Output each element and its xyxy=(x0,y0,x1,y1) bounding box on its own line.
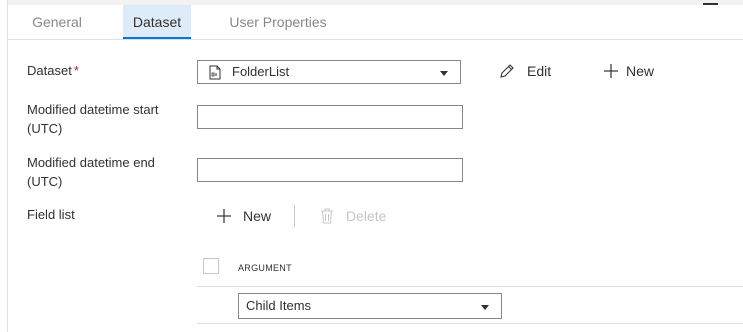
field-list-delete-label: Delete xyxy=(346,208,387,224)
field-list-new-label: New xyxy=(243,208,272,224)
field-list-new-button[interactable]: New xyxy=(215,206,271,226)
modified-start-label-line1: Modified datetime start xyxy=(27,102,159,117)
tab-user-properties[interactable]: User Properties xyxy=(223,5,333,39)
panel-left-border xyxy=(7,0,8,332)
modified-end-input[interactable] xyxy=(197,158,463,182)
modified-start-label: Modified datetime start (UTC) xyxy=(27,100,159,138)
pencil-icon xyxy=(500,64,514,78)
dataset-label-text: Dataset xyxy=(27,63,72,78)
argument-select-value: Child Items xyxy=(246,298,312,313)
dataset-new-label: New xyxy=(626,63,655,79)
plus-icon xyxy=(217,209,231,223)
file-icon xyxy=(209,65,221,80)
modified-start-input[interactable] xyxy=(197,105,463,129)
dataset-edit-label: Edit xyxy=(527,63,552,79)
modified-end-label-line1: Modified datetime end xyxy=(27,155,155,170)
grid-header-divider xyxy=(197,286,743,287)
chevron-down-icon xyxy=(440,71,448,76)
plus-icon xyxy=(604,64,618,78)
argument-select[interactable]: Child Items xyxy=(238,293,502,319)
tab-general[interactable]: General xyxy=(18,5,96,39)
dataset-select[interactable]: FolderList xyxy=(197,60,461,84)
tab-bar: General Dataset User Properties xyxy=(8,5,743,40)
argument-column-header: ARGUMENT xyxy=(238,263,292,273)
dataset-new-button[interactable]: New xyxy=(602,61,654,81)
dataset-select-value: FolderList xyxy=(232,64,290,79)
modified-start-label-line2: (UTC) xyxy=(27,121,63,136)
tab-dataset[interactable]: Dataset xyxy=(123,5,191,39)
trash-icon xyxy=(321,208,333,224)
grid-row-divider xyxy=(197,323,743,324)
select-all-checkbox[interactable] xyxy=(203,258,219,274)
modified-end-label: Modified datetime end (UTC) xyxy=(27,153,155,191)
field-list-label: Field list xyxy=(27,207,75,222)
chevron-down-icon xyxy=(481,305,489,310)
dataset-edit-button[interactable]: Edit xyxy=(498,61,551,81)
field-list-delete-button[interactable]: Delete xyxy=(319,206,386,226)
required-marker: * xyxy=(73,63,79,78)
dataset-label: Dataset * xyxy=(27,61,79,80)
toolbar-divider xyxy=(294,205,295,227)
modified-end-label-line2: (UTC) xyxy=(27,174,63,189)
